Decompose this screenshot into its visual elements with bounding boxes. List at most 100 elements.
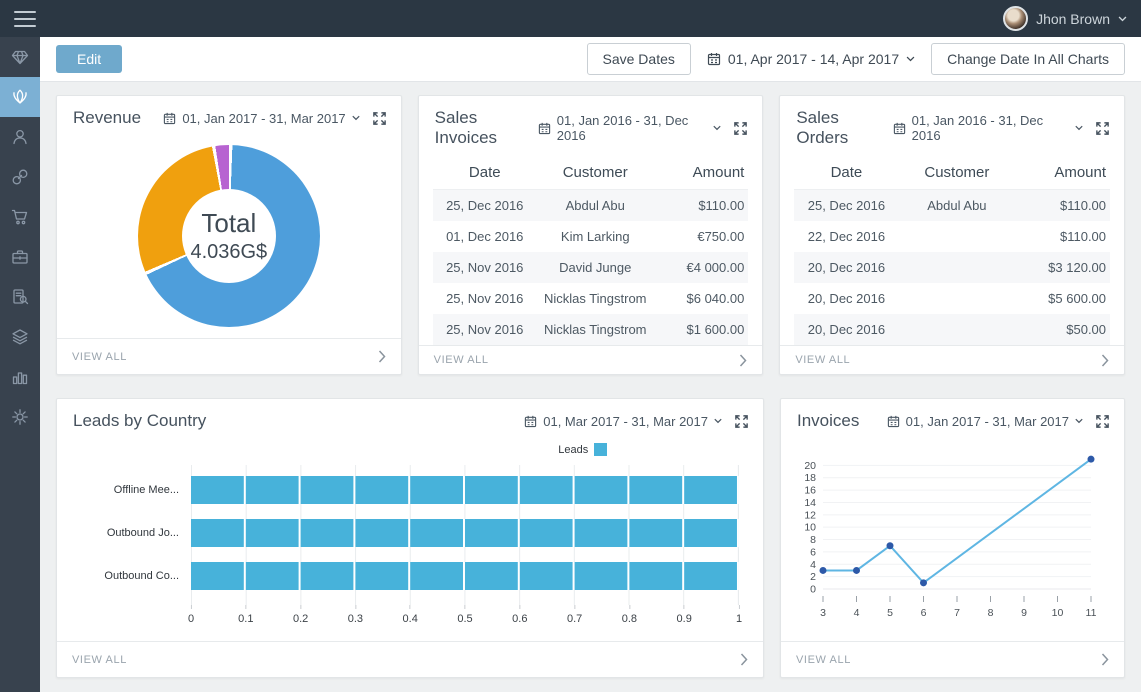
card-title: Sales Invoices bbox=[435, 108, 538, 148]
bar-row: Outbound Co... bbox=[71, 554, 739, 597]
x-tick-label: 8 bbox=[988, 607, 994, 619]
card-date-value: 01, Jan 2016 - 31, Dec 2016 bbox=[912, 113, 1069, 143]
table-row[interactable]: 20, Dec 2016$3 120.00 bbox=[794, 252, 1110, 283]
x-tick-label: 9 bbox=[1021, 607, 1027, 619]
table-cell: 25, Nov 2016 bbox=[433, 291, 537, 306]
leads-date-range-select[interactable]: 01, Mar 2017 - 31, Mar 2017 bbox=[524, 414, 722, 429]
table-cell: David Junge bbox=[537, 260, 654, 275]
table-row[interactable]: 20, Dec 2016$5 600.00 bbox=[794, 283, 1110, 314]
chevron-right-icon bbox=[1101, 653, 1109, 666]
revenue-date-range-select[interactable]: 01, Jan 2017 - 31, Mar 2017 bbox=[163, 111, 359, 126]
page-toolbar: Edit Save Dates 01, Apr 2017 - 14, Apr 2… bbox=[40, 37, 1141, 82]
hamburger-icon[interactable] bbox=[14, 11, 36, 27]
revenue-donut-chart: Total 4.036G$ bbox=[57, 134, 401, 338]
chevron-right-icon bbox=[740, 653, 748, 666]
bar bbox=[191, 476, 739, 504]
cart-icon bbox=[10, 207, 30, 227]
data-point bbox=[1088, 456, 1095, 463]
view-all-label: VIEW ALL bbox=[796, 654, 851, 666]
legend-swatch bbox=[594, 443, 607, 456]
card-date-value: 01, Jan 2017 - 31, Mar 2017 bbox=[906, 414, 1069, 429]
calendar-icon bbox=[163, 112, 176, 125]
user-name: Jhon Brown bbox=[1036, 11, 1110, 27]
global-date-range-value: 01, Apr 2017 - 14, Apr 2017 bbox=[728, 51, 899, 67]
table-row[interactable]: 25, Nov 2016Nicklas Tingstrom$1 600.00 bbox=[433, 314, 749, 345]
sales-invoices-date-range-select[interactable]: 01, Jan 2016 - 31, Dec 2016 bbox=[538, 113, 722, 143]
table-row[interactable]: 25, Dec 2016Abdul Abu$110.00 bbox=[794, 190, 1110, 221]
view-all-button[interactable]: VIEW ALL bbox=[57, 338, 401, 374]
sidebar-item-gear[interactable] bbox=[0, 397, 40, 437]
card-title: Sales Orders bbox=[796, 108, 892, 148]
change-date-all-charts-button[interactable]: Change Date In All Charts bbox=[931, 43, 1125, 75]
chevron-down-icon bbox=[714, 418, 722, 424]
card-title: Leads by Country bbox=[73, 411, 206, 431]
x-tick-label: 10 bbox=[1052, 607, 1064, 619]
view-all-button[interactable]: VIEW ALL bbox=[781, 641, 1124, 677]
table-row[interactable]: 01, Dec 2016Kim Larking€750.00 bbox=[433, 221, 749, 252]
y-tick-label: 12 bbox=[804, 509, 816, 521]
table-cell: Nicklas Tingstrom bbox=[537, 291, 654, 306]
top-navbar: Jhon Brown bbox=[0, 0, 1141, 37]
expand-icon[interactable] bbox=[1093, 119, 1112, 138]
global-date-range-select[interactable]: 01, Apr 2017 - 14, Apr 2017 bbox=[707, 51, 915, 67]
table-cell: 20, Dec 2016 bbox=[794, 291, 898, 306]
card-date-value: 01, Jan 2016 - 31, Dec 2016 bbox=[557, 113, 708, 143]
column-header: Date bbox=[433, 164, 537, 181]
sidebar-item-briefcase[interactable] bbox=[0, 237, 40, 277]
table-row[interactable]: 25, Nov 2016Nicklas Tingstrom$6 040.00 bbox=[433, 283, 749, 314]
dashboard-icon bbox=[10, 87, 30, 107]
view-all-button[interactable]: VIEW ALL bbox=[780, 345, 1124, 374]
expand-icon[interactable] bbox=[1093, 412, 1112, 431]
chevron-down-icon bbox=[1118, 16, 1127, 22]
table-row[interactable]: 20, Dec 2016$50.00 bbox=[794, 314, 1110, 345]
view-all-label: VIEW ALL bbox=[434, 354, 489, 366]
table-cell: €750.00 bbox=[654, 229, 749, 244]
view-all-button[interactable]: VIEW ALL bbox=[419, 345, 763, 374]
calendar-icon bbox=[538, 122, 551, 135]
sidebar-item-link[interactable] bbox=[0, 157, 40, 197]
user-menu[interactable]: Jhon Brown bbox=[1003, 6, 1127, 31]
x-tick-label: 0.4 bbox=[403, 605, 418, 625]
chevron-down-icon bbox=[713, 125, 721, 131]
leads-bar-chart: Leads Offline Mee...Outbound Jo...Outbou… bbox=[57, 437, 763, 641]
users-icon bbox=[10, 127, 30, 147]
y-tick-label: 10 bbox=[804, 522, 816, 534]
table-cell: $110.00 bbox=[1015, 229, 1110, 244]
expand-icon[interactable] bbox=[370, 109, 389, 128]
table-row[interactable]: 25, Dec 2016Abdul Abu$110.00 bbox=[433, 190, 749, 221]
sidebar bbox=[0, 37, 40, 692]
x-tick-label: 0.1 bbox=[238, 605, 253, 625]
sidebar-item-file-search[interactable] bbox=[0, 277, 40, 317]
sidebar-item-layers[interactable] bbox=[0, 317, 40, 357]
column-header: Customer bbox=[537, 164, 654, 181]
invoices-date-range-select[interactable]: 01, Jan 2017 - 31, Mar 2017 bbox=[887, 414, 1083, 429]
sidebar-item-bar-chart[interactable] bbox=[0, 357, 40, 397]
chevron-down-icon bbox=[906, 56, 915, 62]
data-point bbox=[887, 542, 894, 549]
bar bbox=[191, 519, 739, 547]
card-sales-invoices: Sales Invoices 01, Jan 2016 - 31, Dec 20… bbox=[418, 95, 764, 375]
dashboard-content: Revenue 01, Jan 2017 - 31, Mar 2017 bbox=[40, 82, 1141, 678]
sales-orders-date-range-select[interactable]: 01, Jan 2016 - 31, Dec 2016 bbox=[893, 113, 1083, 143]
x-tick-label: 4 bbox=[854, 607, 860, 619]
edit-button[interactable]: Edit bbox=[56, 45, 122, 73]
column-header: Amount bbox=[654, 164, 749, 181]
sidebar-item-cart[interactable] bbox=[0, 197, 40, 237]
y-tick-label: 4 bbox=[810, 559, 816, 571]
chevron-right-icon bbox=[739, 354, 747, 367]
calendar-icon bbox=[887, 415, 900, 428]
table-row[interactable]: 22, Dec 2016$110.00 bbox=[794, 221, 1110, 252]
x-tick-label: 0.9 bbox=[677, 605, 692, 625]
table-row[interactable]: 25, Nov 2016David Junge€4 000.00 bbox=[433, 252, 749, 283]
sidebar-item-gem[interactable] bbox=[0, 37, 40, 77]
view-all-label: VIEW ALL bbox=[72, 654, 127, 666]
expand-icon[interactable] bbox=[732, 412, 751, 431]
x-tick-label: 0.7 bbox=[567, 605, 582, 625]
sidebar-item-dashboard[interactable] bbox=[0, 77, 40, 117]
save-dates-button[interactable]: Save Dates bbox=[587, 43, 691, 75]
table-cell: $110.00 bbox=[654, 198, 749, 213]
chevron-down-icon bbox=[1075, 418, 1083, 424]
expand-icon[interactable] bbox=[731, 119, 750, 138]
sidebar-item-users[interactable] bbox=[0, 117, 40, 157]
view-all-button[interactable]: VIEW ALL bbox=[57, 641, 763, 677]
